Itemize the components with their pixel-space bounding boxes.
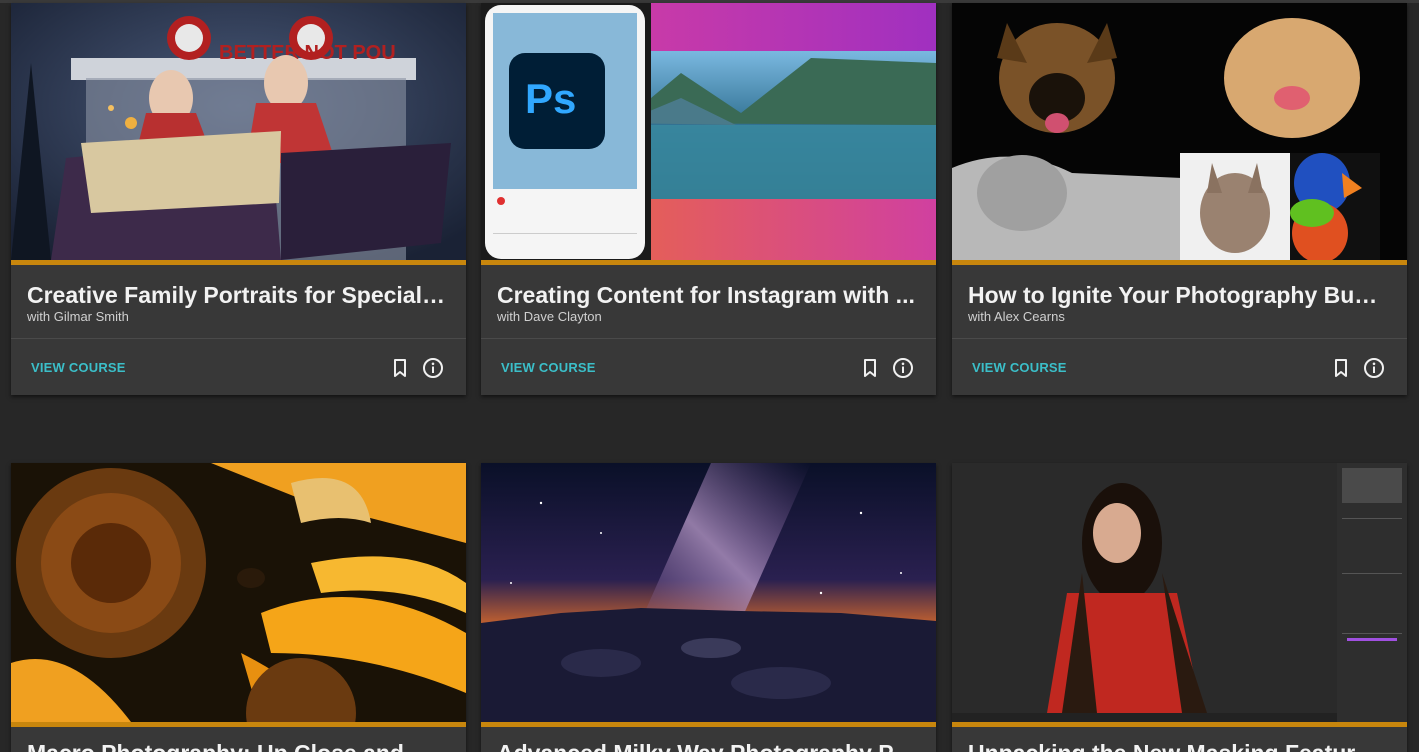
course-title: Macro Photography: Up Close and Pe... [27, 740, 447, 752]
view-course-button[interactable]: VIEW COURSE [31, 360, 126, 375]
accent-bar [952, 260, 1407, 265]
info-icon[interactable] [892, 357, 914, 379]
course-author: with Gilmar Smith [27, 309, 129, 324]
course-card[interactable]: Unpacking the New Masking Features... [952, 463, 1407, 752]
course-title: Advanced Milky Way Photography Po... [497, 740, 917, 752]
course-thumbnail[interactable] [11, 463, 466, 722]
course-card[interactable]: Macro Photography: Up Close and Pe... [11, 463, 466, 752]
accent-bar [952, 722, 1407, 727]
course-author: with Alex Cearns [968, 309, 1065, 324]
bookmark-icon[interactable] [389, 357, 411, 379]
info-icon[interactable] [422, 357, 444, 379]
divider [481, 338, 936, 339]
course-card[interactable]: Ps Creating Content for Instagram with .… [481, 3, 936, 395]
course-title: Creating Content for Instagram with ... [497, 282, 915, 308]
course-thumbnail[interactable] [481, 463, 936, 722]
course-thumbnail[interactable]: Ps [481, 3, 936, 260]
course-card[interactable]: How to Ignite Your Photography Busi... w… [952, 3, 1407, 395]
course-title: Creative Family Portraits for Special ..… [27, 282, 447, 308]
course-title: Unpacking the New Masking Features... [968, 740, 1388, 752]
course-author: with Dave Clayton [497, 309, 602, 324]
accent-bar [481, 722, 936, 727]
poster-text: BETTER NOT POU [219, 42, 396, 64]
course-card[interactable]: Advanced Milky Way Photography Po... [481, 463, 936, 752]
view-course-button[interactable]: VIEW COURSE [972, 360, 1067, 375]
course-thumbnail[interactable] [952, 463, 1407, 722]
bookmark-icon[interactable] [859, 357, 881, 379]
course-card[interactable]: BETTER NOT POU Creative Family Portraits… [11, 3, 466, 395]
photoshop-logo-text: Ps [525, 75, 576, 122]
divider [952, 338, 1407, 339]
course-thumbnail[interactable]: BETTER NOT POU [11, 3, 466, 260]
course-title: How to Ignite Your Photography Busi... [968, 282, 1388, 308]
accent-bar [11, 260, 466, 265]
view-course-button[interactable]: VIEW COURSE [501, 360, 596, 375]
accent-bar [11, 722, 466, 727]
divider [11, 338, 466, 339]
course-thumbnail[interactable] [952, 3, 1407, 260]
info-icon[interactable] [1363, 357, 1385, 379]
bookmark-icon[interactable] [1330, 357, 1352, 379]
accent-bar [481, 260, 936, 265]
